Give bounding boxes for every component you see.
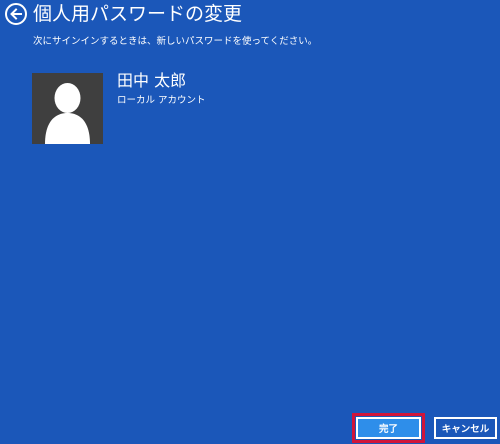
account-type-label: ローカル アカウント (117, 95, 206, 106)
instruction-text: 次にサインインするときは、新しいパスワードを使ってください。 (33, 36, 318, 47)
back-arrow-icon (10, 8, 22, 20)
avatar (32, 73, 103, 144)
page-title: 個人用パスワードの変更 (33, 3, 243, 25)
user-name: 田中 太郎 (117, 71, 187, 90)
user-silhouette-icon (45, 83, 90, 144)
finish-button[interactable]: 完了 (356, 417, 421, 439)
back-button[interactable] (5, 3, 27, 25)
cancel-button[interactable]: キャンセル (434, 417, 497, 439)
